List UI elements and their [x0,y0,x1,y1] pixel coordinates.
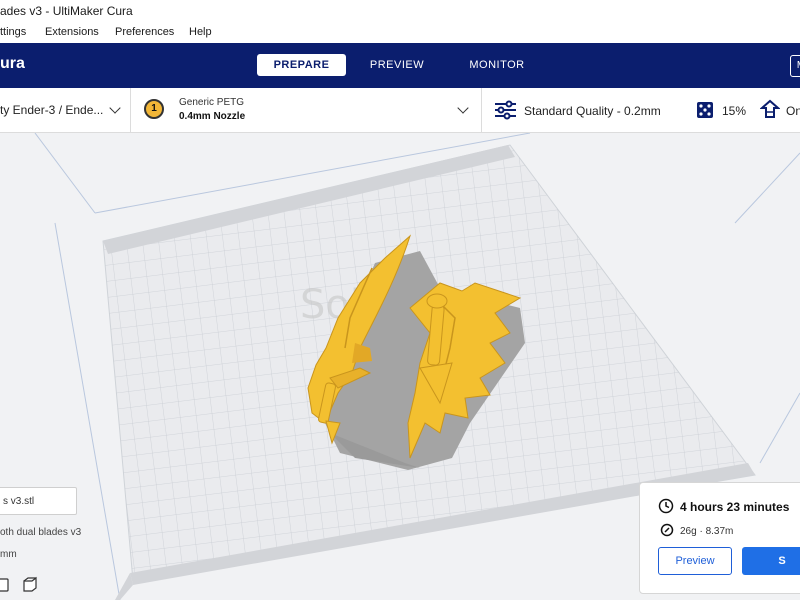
clock-icon [658,498,674,514]
nozzle-size: 0.4mm Nozzle [179,111,246,122]
material-selector[interactable] [131,88,481,132]
spool-icon [660,523,674,537]
support-icon [760,99,780,118]
slice-button[interactable]: S [742,547,800,575]
menu-extensions[interactable]: Extensions [45,22,99,43]
object-file-field[interactable]: s v3.stl [0,487,77,515]
printer-name: ty Ender-3 / Ende... [0,103,104,117]
menu-settings[interactable]: ttings [0,22,26,43]
app-header: ura PREPARE PREVIEW MONITOR M [0,43,800,88]
title-bar: ades v3 - UltiMaker Cura [0,0,800,22]
infill-value: 15% [722,104,747,118]
menu-bar: ttings Extensions Preferences Help [0,22,800,44]
menu-help[interactable]: Help [189,22,212,43]
sliders-icon [495,100,516,120]
marketplace-button[interactable]: M [790,55,800,77]
preview-button[interactable]: Preview [658,547,732,575]
object-dimensions: mm [0,549,17,560]
chevron-down-icon [457,102,469,114]
printer-selector[interactable]: ty Ender-3 / Ende... [0,88,130,132]
tab-monitor[interactable]: MONITOR [455,54,539,76]
menu-preferences[interactable]: Preferences [115,22,174,43]
extruder-badge: 1 [144,99,164,119]
infill-icon [697,102,713,118]
view-cube-icons[interactable] [0,575,42,595]
settings-bar: ty Ender-3 / Ende... [0,88,800,133]
tab-preview[interactable]: PREVIEW [357,54,437,76]
app-logo: ura [0,55,25,72]
material-usage: 26g · 8.37m [680,526,734,537]
tab-prepare[interactable]: PREPARE [257,54,346,76]
window-title: ades v3 - UltiMaker Cura [0,4,133,18]
chevron-down-icon [109,102,121,114]
quality-profile: Standard Quality - 0.2mm [524,104,661,118]
object-name: oth dual blades v3 [0,527,82,538]
support-value: On [786,104,800,118]
material-name: Generic PETG [179,97,245,108]
print-time: 4 hours 23 minutes [680,500,790,514]
